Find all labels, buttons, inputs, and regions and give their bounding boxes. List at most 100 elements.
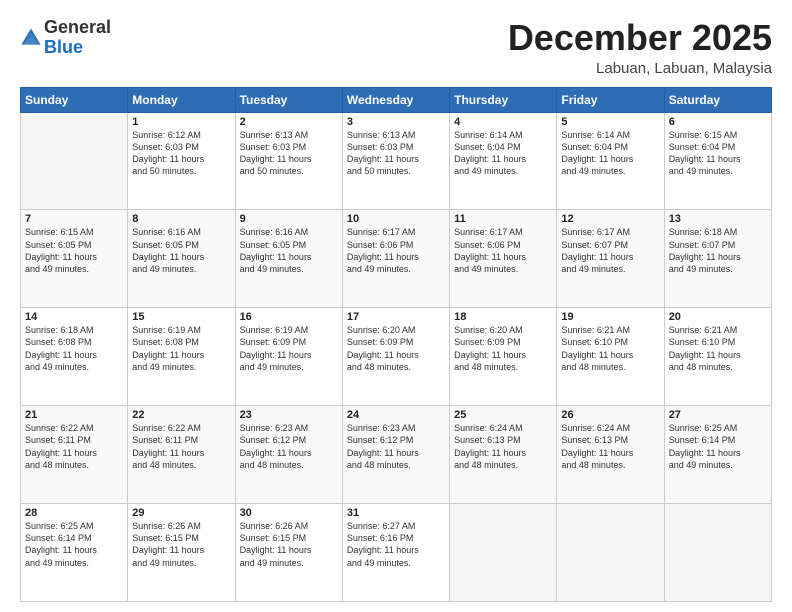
day-number: 30: [240, 507, 338, 519]
calendar-cell: 24Sunrise: 6:23 AM Sunset: 6:12 PM Dayli…: [342, 406, 449, 504]
day-number: 27: [669, 409, 767, 421]
calendar-table: SundayMondayTuesdayWednesdayThursdayFrid…: [20, 87, 772, 602]
day-info: Sunrise: 6:25 AM Sunset: 6:14 PM Dayligh…: [25, 520, 123, 569]
calendar-header-tuesday: Tuesday: [235, 87, 342, 112]
day-info: Sunrise: 6:26 AM Sunset: 6:15 PM Dayligh…: [132, 520, 230, 569]
calendar-cell: 29Sunrise: 6:26 AM Sunset: 6:15 PM Dayli…: [128, 504, 235, 602]
day-info: Sunrise: 6:17 AM Sunset: 6:06 PM Dayligh…: [454, 226, 552, 275]
day-number: 26: [561, 409, 659, 421]
day-info: Sunrise: 6:15 AM Sunset: 6:05 PM Dayligh…: [25, 226, 123, 275]
calendar-cell: 14Sunrise: 6:18 AM Sunset: 6:08 PM Dayli…: [21, 308, 128, 406]
calendar-header-saturday: Saturday: [664, 87, 771, 112]
day-number: 18: [454, 311, 552, 323]
location: Labuan, Labuan, Malaysia: [508, 60, 772, 77]
calendar-cell: 21Sunrise: 6:22 AM Sunset: 6:11 PM Dayli…: [21, 406, 128, 504]
calendar-cell: 30Sunrise: 6:26 AM Sunset: 6:15 PM Dayli…: [235, 504, 342, 602]
day-number: 8: [132, 213, 230, 225]
day-info: Sunrise: 6:14 AM Sunset: 6:04 PM Dayligh…: [561, 129, 659, 178]
calendar-cell: 27Sunrise: 6:25 AM Sunset: 6:14 PM Dayli…: [664, 406, 771, 504]
calendar-cell: [21, 112, 128, 210]
title-block: December 2025 Labuan, Labuan, Malaysia: [508, 18, 772, 77]
calendar-header-friday: Friday: [557, 87, 664, 112]
day-number: 22: [132, 409, 230, 421]
logo-general: General: [44, 17, 111, 37]
day-info: Sunrise: 6:14 AM Sunset: 6:04 PM Dayligh…: [454, 129, 552, 178]
day-info: Sunrise: 6:21 AM Sunset: 6:10 PM Dayligh…: [669, 324, 767, 373]
calendar-cell: 22Sunrise: 6:22 AM Sunset: 6:11 PM Dayli…: [128, 406, 235, 504]
day-info: Sunrise: 6:27 AM Sunset: 6:16 PM Dayligh…: [347, 520, 445, 569]
day-number: 13: [669, 213, 767, 225]
day-number: 9: [240, 213, 338, 225]
day-info: Sunrise: 6:26 AM Sunset: 6:15 PM Dayligh…: [240, 520, 338, 569]
calendar-cell: [557, 504, 664, 602]
calendar-cell: 20Sunrise: 6:21 AM Sunset: 6:10 PM Dayli…: [664, 308, 771, 406]
day-info: Sunrise: 6:24 AM Sunset: 6:13 PM Dayligh…: [561, 422, 659, 471]
calendar-week-row: 1Sunrise: 6:12 AM Sunset: 6:03 PM Daylig…: [21, 112, 772, 210]
calendar-cell: 12Sunrise: 6:17 AM Sunset: 6:07 PM Dayli…: [557, 210, 664, 308]
day-number: 24: [347, 409, 445, 421]
day-number: 4: [454, 116, 552, 128]
calendar-cell: 15Sunrise: 6:19 AM Sunset: 6:08 PM Dayli…: [128, 308, 235, 406]
calendar-cell: 9Sunrise: 6:16 AM Sunset: 6:05 PM Daylig…: [235, 210, 342, 308]
day-info: Sunrise: 6:13 AM Sunset: 6:03 PM Dayligh…: [347, 129, 445, 178]
calendar-cell: 6Sunrise: 6:15 AM Sunset: 6:04 PM Daylig…: [664, 112, 771, 210]
logo-text: General Blue: [44, 18, 111, 58]
day-info: Sunrise: 6:23 AM Sunset: 6:12 PM Dayligh…: [347, 422, 445, 471]
calendar-cell: 7Sunrise: 6:15 AM Sunset: 6:05 PM Daylig…: [21, 210, 128, 308]
day-number: 5: [561, 116, 659, 128]
day-number: 15: [132, 311, 230, 323]
day-number: 2: [240, 116, 338, 128]
day-number: 17: [347, 311, 445, 323]
day-number: 31: [347, 507, 445, 519]
day-info: Sunrise: 6:13 AM Sunset: 6:03 PM Dayligh…: [240, 129, 338, 178]
calendar-cell: 1Sunrise: 6:12 AM Sunset: 6:03 PM Daylig…: [128, 112, 235, 210]
day-info: Sunrise: 6:22 AM Sunset: 6:11 PM Dayligh…: [25, 422, 123, 471]
day-info: Sunrise: 6:25 AM Sunset: 6:14 PM Dayligh…: [669, 422, 767, 471]
day-number: 21: [25, 409, 123, 421]
logo-icon: [20, 27, 42, 49]
day-number: 6: [669, 116, 767, 128]
day-info: Sunrise: 6:18 AM Sunset: 6:07 PM Dayligh…: [669, 226, 767, 275]
day-number: 28: [25, 507, 123, 519]
day-number: 25: [454, 409, 552, 421]
day-number: 19: [561, 311, 659, 323]
day-info: Sunrise: 6:23 AM Sunset: 6:12 PM Dayligh…: [240, 422, 338, 471]
day-info: Sunrise: 6:20 AM Sunset: 6:09 PM Dayligh…: [347, 324, 445, 373]
day-number: 3: [347, 116, 445, 128]
day-info: Sunrise: 6:22 AM Sunset: 6:11 PM Dayligh…: [132, 422, 230, 471]
logo-blue: Blue: [44, 37, 83, 57]
calendar-header-sunday: Sunday: [21, 87, 128, 112]
logo: General Blue: [20, 18, 111, 58]
calendar-cell: 10Sunrise: 6:17 AM Sunset: 6:06 PM Dayli…: [342, 210, 449, 308]
calendar-week-row: 14Sunrise: 6:18 AM Sunset: 6:08 PM Dayli…: [21, 308, 772, 406]
day-number: 20: [669, 311, 767, 323]
calendar-cell: 4Sunrise: 6:14 AM Sunset: 6:04 PM Daylig…: [450, 112, 557, 210]
day-number: 7: [25, 213, 123, 225]
day-info: Sunrise: 6:16 AM Sunset: 6:05 PM Dayligh…: [240, 226, 338, 275]
calendar-cell: 28Sunrise: 6:25 AM Sunset: 6:14 PM Dayli…: [21, 504, 128, 602]
day-info: Sunrise: 6:17 AM Sunset: 6:06 PM Dayligh…: [347, 226, 445, 275]
day-info: Sunrise: 6:19 AM Sunset: 6:08 PM Dayligh…: [132, 324, 230, 373]
calendar-cell: [450, 504, 557, 602]
calendar-header-row: SundayMondayTuesdayWednesdayThursdayFrid…: [21, 87, 772, 112]
day-info: Sunrise: 6:19 AM Sunset: 6:09 PM Dayligh…: [240, 324, 338, 373]
calendar-cell: 19Sunrise: 6:21 AM Sunset: 6:10 PM Dayli…: [557, 308, 664, 406]
header: General Blue December 2025 Labuan, Labua…: [20, 18, 772, 77]
day-info: Sunrise: 6:24 AM Sunset: 6:13 PM Dayligh…: [454, 422, 552, 471]
day-info: Sunrise: 6:16 AM Sunset: 6:05 PM Dayligh…: [132, 226, 230, 275]
month-title: December 2025: [508, 18, 772, 58]
day-info: Sunrise: 6:21 AM Sunset: 6:10 PM Dayligh…: [561, 324, 659, 373]
day-number: 14: [25, 311, 123, 323]
calendar-cell: 11Sunrise: 6:17 AM Sunset: 6:06 PM Dayli…: [450, 210, 557, 308]
day-number: 12: [561, 213, 659, 225]
calendar-cell: 5Sunrise: 6:14 AM Sunset: 6:04 PM Daylig…: [557, 112, 664, 210]
day-info: Sunrise: 6:15 AM Sunset: 6:04 PM Dayligh…: [669, 129, 767, 178]
calendar-header-wednesday: Wednesday: [342, 87, 449, 112]
calendar-cell: 31Sunrise: 6:27 AM Sunset: 6:16 PM Dayli…: [342, 504, 449, 602]
calendar-cell: 2Sunrise: 6:13 AM Sunset: 6:03 PM Daylig…: [235, 112, 342, 210]
calendar-cell: 8Sunrise: 6:16 AM Sunset: 6:05 PM Daylig…: [128, 210, 235, 308]
day-info: Sunrise: 6:18 AM Sunset: 6:08 PM Dayligh…: [25, 324, 123, 373]
day-number: 29: [132, 507, 230, 519]
calendar-header-thursday: Thursday: [450, 87, 557, 112]
calendar-header-monday: Monday: [128, 87, 235, 112]
